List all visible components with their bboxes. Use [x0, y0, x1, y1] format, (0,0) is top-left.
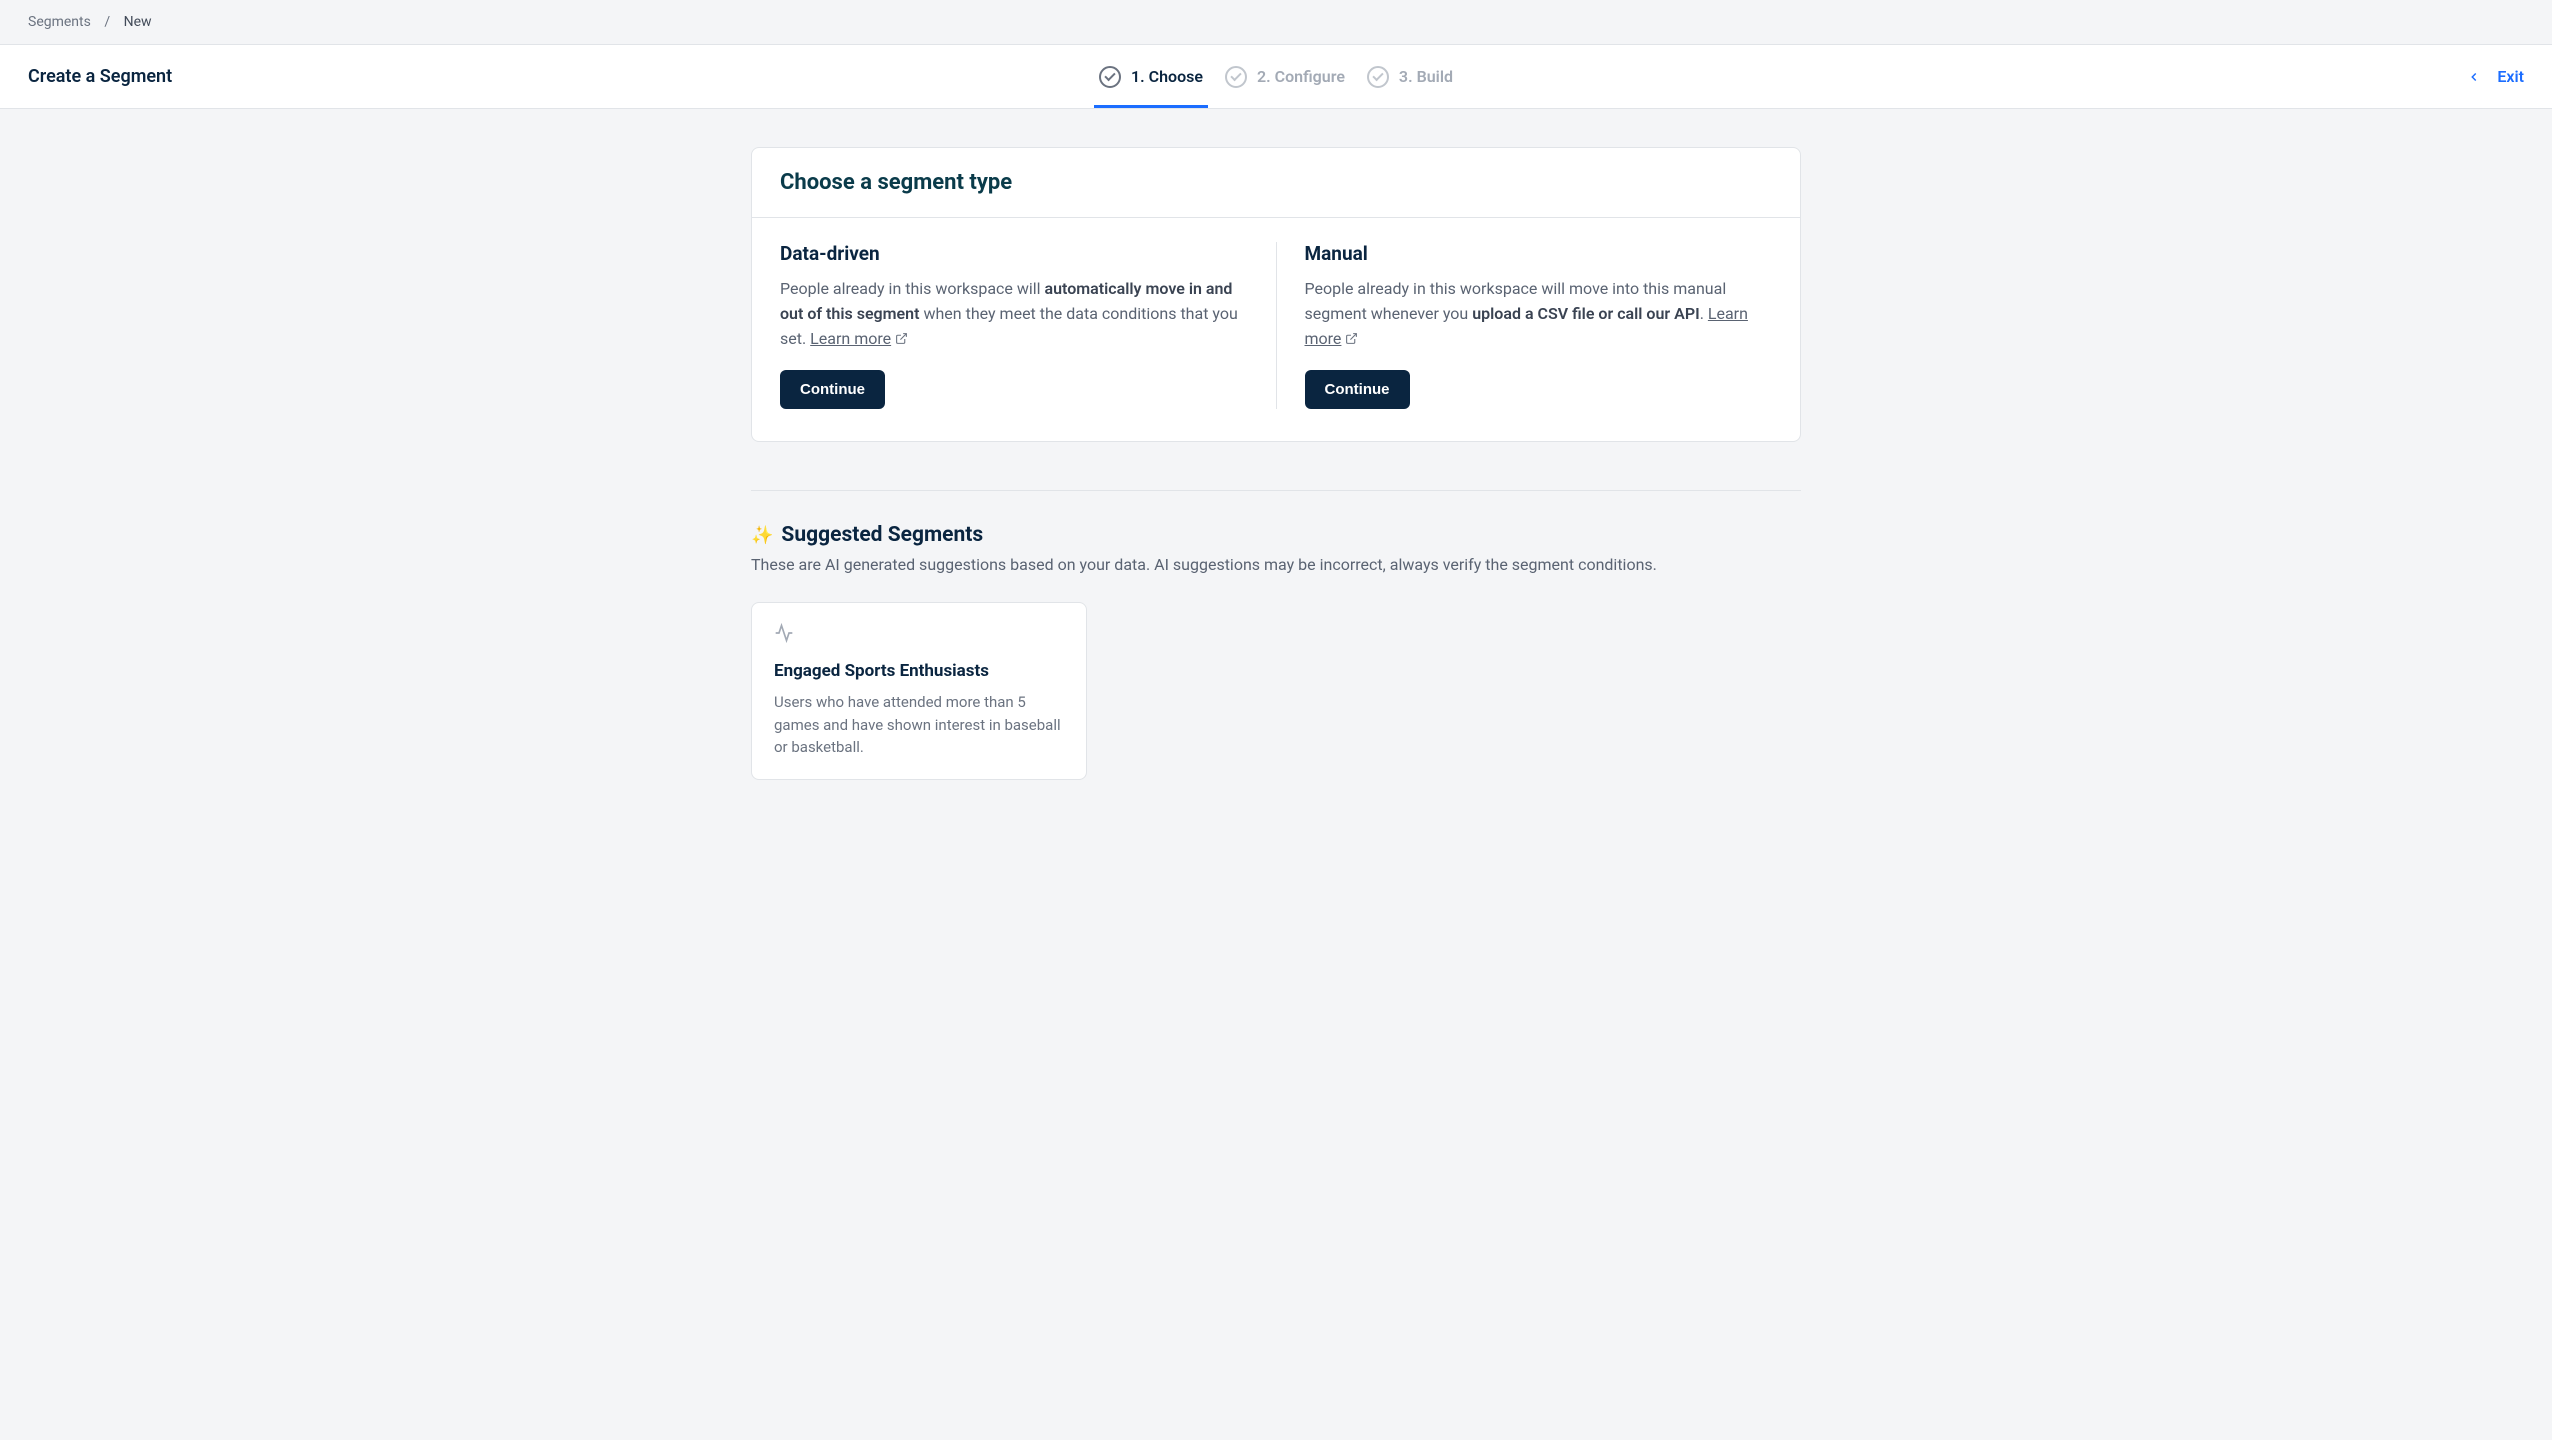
external-link-icon	[895, 328, 908, 353]
suggested-heading: ✨ Suggested Segments	[751, 523, 1801, 547]
stepper: 1. Choose 2. Configure 3. Build	[1099, 45, 1453, 108]
continue-manual-button[interactable]: Continue	[1305, 370, 1410, 409]
step-choose[interactable]: 1. Choose	[1099, 45, 1203, 108]
main-content: Choose a segment type Data-driven People…	[751, 109, 1801, 820]
chevron-left-icon[interactable]	[2467, 70, 2481, 84]
breadcrumb: Segments / New	[0, 0, 2552, 45]
check-icon	[1225, 66, 1247, 88]
breadcrumb-current: New	[124, 14, 152, 30]
step-build: 3. Build	[1367, 45, 1453, 108]
option-title: Data-driven	[780, 242, 1248, 265]
suggested-section: ✨ Suggested Segments These are AI genera…	[751, 490, 1801, 780]
card-body: Data-driven People already in this works…	[752, 218, 1800, 441]
suggested-description: These are AI generated suggestions based…	[751, 555, 1801, 574]
continue-data-driven-button[interactable]: Continue	[780, 370, 885, 409]
option-description: People already in this workspace will mo…	[1305, 277, 1773, 352]
option-title: Manual	[1305, 242, 1773, 265]
suggestion-card[interactable]: Engaged Sports Enthusiasts Users who hav…	[751, 602, 1087, 780]
check-icon	[1367, 66, 1389, 88]
option-data-driven: Data-driven People already in this works…	[780, 242, 1276, 409]
step-label: 3. Build	[1399, 67, 1453, 86]
exit-button[interactable]: Exit	[2497, 67, 2524, 86]
choose-segment-card: Choose a segment type Data-driven People…	[751, 147, 1801, 442]
option-manual: Manual People already in this workspace …	[1276, 242, 1773, 409]
step-label: 1. Choose	[1131, 67, 1203, 86]
step-configure: 2. Configure	[1225, 45, 1345, 108]
sparkle-icon: ✨	[751, 525, 773, 546]
option-description: People already in this workspace will au…	[780, 277, 1248, 352]
breadcrumb-segments-link[interactable]: Segments	[28, 14, 91, 30]
page-title: Create a Segment	[28, 66, 172, 87]
exit-area: Exit	[2467, 67, 2524, 86]
suggestion-title: Engaged Sports Enthusiasts	[774, 661, 1064, 681]
header-bar: Create a Segment 1. Choose 2. Configure …	[0, 45, 2552, 109]
breadcrumb-separator: /	[104, 14, 110, 30]
external-link-icon	[1345, 328, 1358, 353]
choose-heading: Choose a segment type	[780, 170, 1772, 195]
activity-icon	[774, 623, 1064, 647]
check-icon	[1099, 66, 1121, 88]
suggestion-description: Users who have attended more than 5 game…	[774, 691, 1064, 759]
learn-more-link[interactable]: Learn more	[810, 329, 891, 348]
step-label: 2. Configure	[1257, 67, 1345, 86]
card-header: Choose a segment type	[752, 148, 1800, 218]
